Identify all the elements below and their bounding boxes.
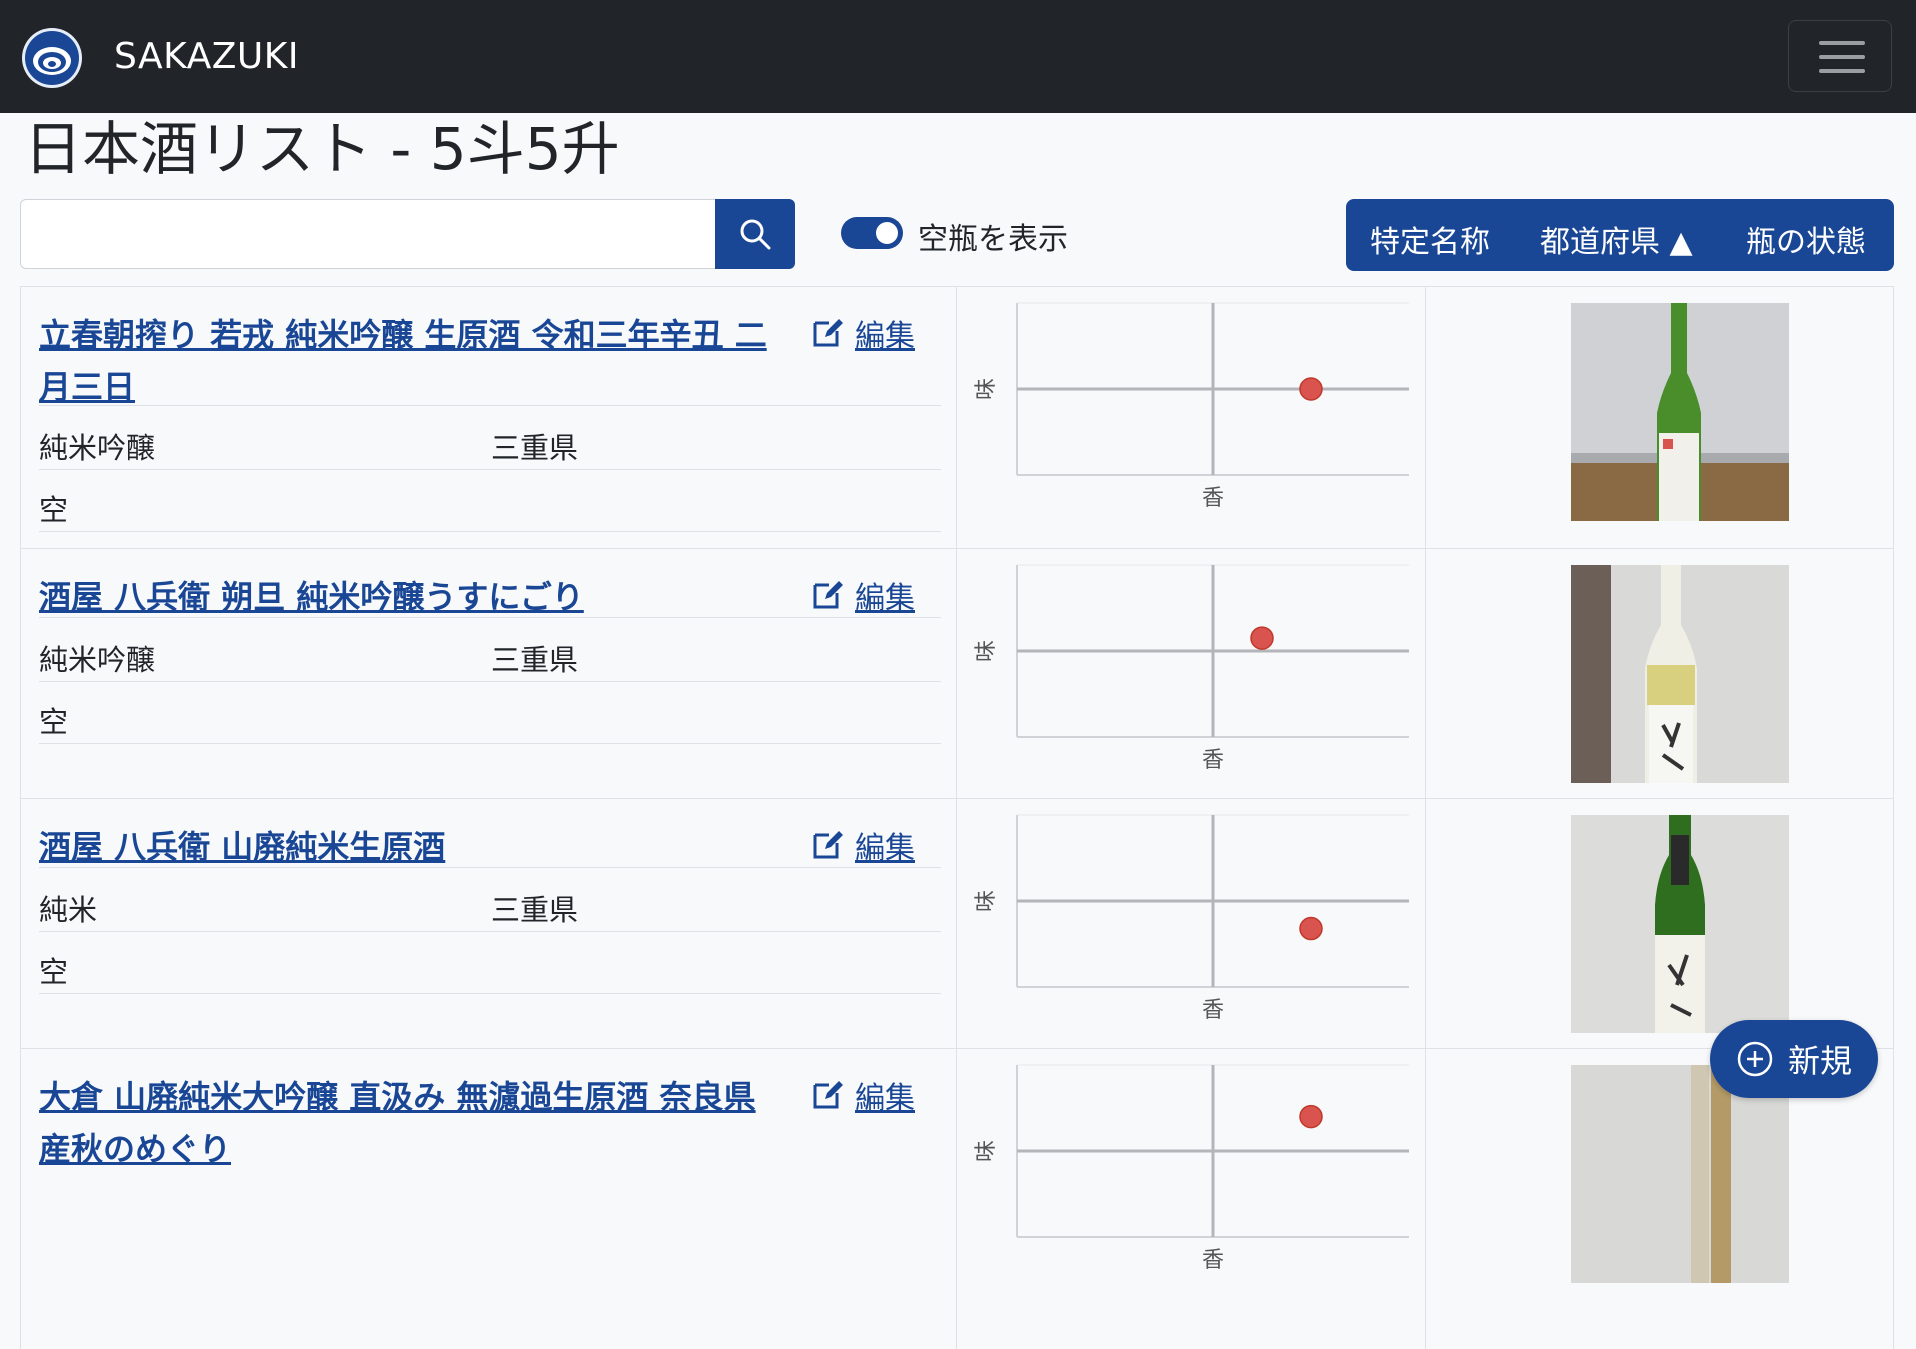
edit-link[interactable]: 編集 <box>811 573 915 617</box>
prefecture-value: 三重県 <box>491 431 579 465</box>
sake-info-cell: 酒屋 八兵衛 山廃純米生原酒 編集 純米 三重県 空 <box>20 799 957 1049</box>
bottle-status-value: 空 <box>39 705 69 739</box>
page-title: 日本酒リスト - 5斗5升 <box>24 115 620 183</box>
photo-cell <box>1426 549 1894 799</box>
flavor-chart: 香味 <box>974 564 1409 773</box>
chart-y-label: 味 <box>974 1140 999 1162</box>
divider <box>39 531 941 532</box>
flavor-chart: 香味 <box>974 302 1409 511</box>
chart-data-point <box>1299 1104 1323 1129</box>
bottle-status-value: 空 <box>39 955 69 989</box>
sake-name-link[interactable]: 大倉 山廃純米大吟醸 直汲み 無濾過生原酒 奈良県産秋のめぐり <box>39 1071 779 1175</box>
edit-icon <box>813 581 843 609</box>
new-button-label[interactable]: 新規 <box>1788 1036 1852 1082</box>
chart-y-label: 味 <box>974 640 999 662</box>
flavor-chart: 香味 <box>974 814 1409 1023</box>
table-row: 酒屋 八兵衛 山廃純米生原酒 編集 純米 三重県 空 香味 <box>20 798 1894 1049</box>
edit-label[interactable]: 編集 <box>855 823 915 867</box>
search-button[interactable] <box>715 199 795 269</box>
bottle-status-value: 空 <box>39 493 69 527</box>
hamburger-icon-bar <box>1819 55 1865 59</box>
hamburger-icon-bar <box>1819 69 1865 73</box>
search-input[interactable] <box>20 199 716 269</box>
flavor-chart-cell: 香味 <box>957 287 1426 549</box>
edit-link[interactable]: 編集 <box>811 311 915 355</box>
bottle-photo[interactable] <box>1571 565 1789 783</box>
sort-button-group: 特定名称 都道府県 ▲ 瓶の状態 <box>1346 199 1894 271</box>
chart-y-label: 味 <box>974 378 999 400</box>
table-row: 立春朝搾り 若戎 純米吟醸 生原酒 令和三年辛丑 二月三日 編集 純米吟醸 三重… <box>20 286 1894 549</box>
divider <box>39 469 941 470</box>
prefecture-value: 三重県 <box>491 893 579 927</box>
plus-circle-icon <box>1737 1041 1773 1077</box>
brand-name[interactable]: SAKAZUKI <box>114 36 299 77</box>
search-icon <box>740 219 771 250</box>
chart-y-label: 味 <box>974 890 999 912</box>
sort-prefecture-button[interactable]: 都道府県 ▲ <box>1540 217 1693 261</box>
bottle-photo[interactable] <box>1571 815 1789 1033</box>
divider <box>39 405 941 406</box>
edit-icon <box>813 831 843 859</box>
hamburger-icon <box>1819 41 1865 45</box>
divider <box>39 681 941 682</box>
menu-toggle-button[interactable] <box>1788 20 1892 92</box>
sake-name-link[interactable]: 酒屋 八兵衛 朔旦 純米吟醸うすにごり <box>39 571 779 623</box>
edit-icon <box>813 1081 843 1109</box>
divider <box>39 743 941 744</box>
sort-grade-button[interactable]: 特定名称 <box>1370 217 1490 261</box>
navbar: SAKAZUKI <box>0 0 1916 113</box>
prefecture-value: 三重県 <box>491 643 579 677</box>
sake-info-cell: 大倉 山廃純米大吟醸 直汲み 無濾過生原酒 奈良県産秋のめぐり 編集 <box>20 1049 957 1349</box>
sake-info-cell: 酒屋 八兵衛 朔旦 純米吟醸うすにごり 編集 純米吟醸 三重県 空 <box>20 549 957 799</box>
new-sake-button[interactable]: 新規 <box>1710 1020 1878 1098</box>
bottle-photo[interactable] <box>1571 303 1789 521</box>
table-row: 大倉 山廃純米大吟醸 直汲み 無濾過生原酒 奈良県産秋のめぐり 編集 香味 <box>20 1048 1894 1349</box>
edit-link[interactable]: 編集 <box>811 823 915 867</box>
sake-name-link[interactable]: 酒屋 八兵衛 山廃純米生原酒 <box>39 821 779 873</box>
divider <box>39 617 941 618</box>
grade-value: 純米吟醸 <box>39 431 156 465</box>
edit-label[interactable]: 編集 <box>855 311 915 355</box>
chart-data-point <box>1299 916 1323 941</box>
chart-x-label: 香 <box>1202 998 1224 1023</box>
sakazuki-logo-icon[interactable] <box>20 26 84 90</box>
flavor-chart-cell: 香味 <box>957 549 1426 799</box>
chart-x-label: 香 <box>1202 486 1224 511</box>
grade-value: 純米吟醸 <box>39 643 156 677</box>
divider <box>39 867 941 868</box>
sort-status-button[interactable]: 瓶の状態 <box>1746 217 1866 261</box>
table-row: 酒屋 八兵衛 朔旦 純米吟醸うすにごり 編集 純米吟醸 三重県 空 香味 <box>20 548 1894 799</box>
chart-data-point <box>1250 626 1274 650</box>
show-empty-label[interactable]: 空瓶を表示 <box>918 214 1068 258</box>
sake-name-link[interactable]: 立春朝搾り 若戎 純米吟醸 生原酒 令和三年辛丑 二月三日 <box>39 309 779 413</box>
chart-data-point <box>1299 377 1323 401</box>
photo-cell <box>1426 799 1894 1049</box>
sake-info-cell: 立春朝搾り 若戎 純米吟醸 生原酒 令和三年辛丑 二月三日 編集 純米吟醸 三重… <box>20 287 957 549</box>
chart-x-label: 香 <box>1202 748 1224 773</box>
sake-table: 立春朝搾り 若戎 純米吟醸 生原酒 令和三年辛丑 二月三日 編集 純米吟醸 三重… <box>20 286 1894 1349</box>
photo-cell <box>1426 287 1894 549</box>
grade-value: 純米 <box>39 893 98 927</box>
flavor-chart: 香味 <box>974 1064 1409 1273</box>
flavor-chart-cell: 香味 <box>957 1049 1426 1349</box>
divider <box>39 993 941 994</box>
edit-link[interactable]: 編集 <box>811 1073 915 1117</box>
edit-label[interactable]: 編集 <box>855 573 915 617</box>
show-empty-toggle[interactable] <box>841 217 903 249</box>
flavor-chart-cell: 香味 <box>957 799 1426 1049</box>
divider <box>39 931 941 932</box>
edit-label[interactable]: 編集 <box>855 1073 915 1117</box>
chart-x-label: 香 <box>1202 1248 1224 1273</box>
edit-icon <box>813 319 843 347</box>
